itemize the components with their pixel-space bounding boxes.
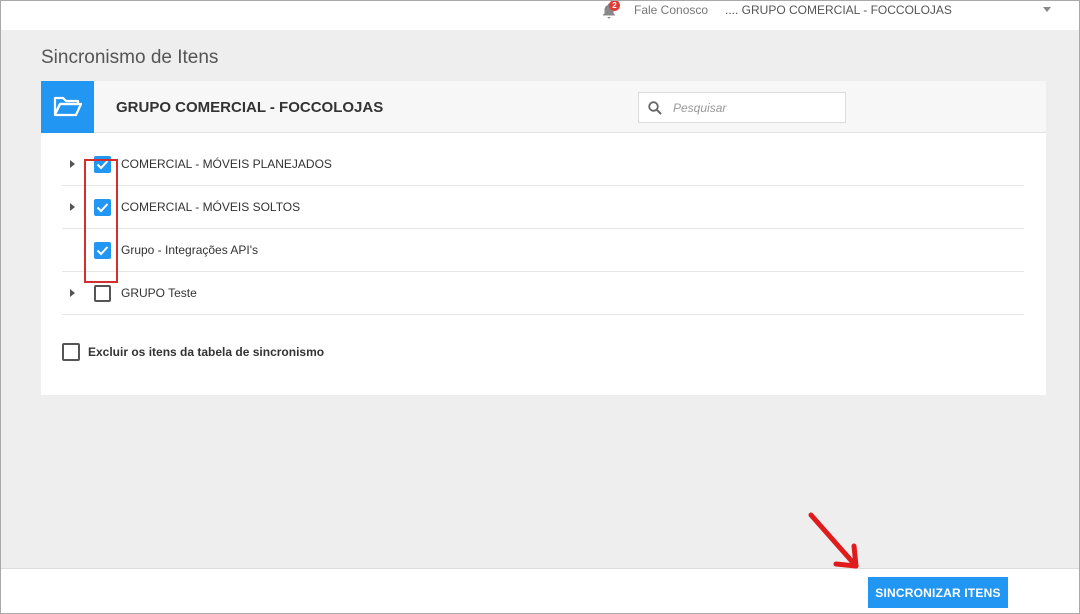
exclude-label: Excluir os itens da tabela de sincronism…	[88, 345, 325, 359]
annotation-highlight-box	[84, 159, 118, 283]
list-item-label: GRUPO Teste	[121, 286, 197, 300]
expand-arrow-icon[interactable]	[70, 160, 75, 168]
list-item[interactable]: GRUPO Teste	[62, 272, 1024, 315]
list-item[interactable]: COMERCIAL - MÓVEIS PLANEJADOS	[62, 143, 1024, 186]
contact-link[interactable]: Fale Conosco	[634, 3, 708, 17]
notification-badge: 2	[609, 0, 620, 11]
footer-bar: SINCRONIZAR ITENS	[0, 568, 1080, 614]
exclude-checkbox[interactable]	[62, 343, 80, 361]
card-header: GRUPO COMERCIAL - FOCCOLOJAS	[41, 81, 1046, 133]
company-selector-label: .... GRUPO COMERCIAL - FOCCOLOJAS	[725, 3, 952, 17]
main-content: Sincronismo de Itens GRUPO COMERCIAL - F…	[0, 30, 1080, 568]
list-item-label: COMERCIAL - MÓVEIS PLANEJADOS	[121, 157, 332, 171]
expand-arrow-icon[interactable]	[70, 203, 75, 211]
items-card: GRUPO COMERCIAL - FOCCOLOJAS COMERCIAL -…	[41, 81, 1046, 395]
search-input[interactable]	[673, 98, 838, 118]
exclude-option[interactable]: Excluir os itens da tabela de sincronism…	[62, 343, 362, 363]
annotation-arrow-icon	[808, 512, 859, 569]
expand-arrow-icon[interactable]	[70, 289, 75, 297]
search-icon	[648, 101, 662, 115]
top-bar: 2 Fale Conosco .... GRUPO COMERCIAL - FO…	[0, 0, 1080, 30]
caret-down-icon	[1043, 7, 1051, 12]
sync-items-button[interactable]: SINCRONIZAR ITENS	[868, 577, 1008, 608]
search-box[interactable]	[638, 92, 846, 123]
list-item[interactable]: COMERCIAL - MÓVEIS SOLTOS	[62, 186, 1024, 229]
company-selector[interactable]: .... GRUPO COMERCIAL - FOCCOLOJAS	[725, 3, 1055, 19]
card-title: GRUPO COMERCIAL - FOCCOLOJAS	[116, 99, 384, 116]
folder-badge	[41, 81, 94, 133]
list-item-label: Grupo - Integrações API's	[121, 243, 259, 257]
list-item[interactable]: Grupo - Integrações API's	[62, 229, 1024, 272]
item-checkbox[interactable]	[94, 285, 111, 302]
folder-open-icon	[53, 96, 82, 117]
list-item-label: COMERCIAL - MÓVEIS SOLTOS	[121, 200, 301, 214]
page-title: Sincronismo de Itens	[41, 47, 219, 68]
